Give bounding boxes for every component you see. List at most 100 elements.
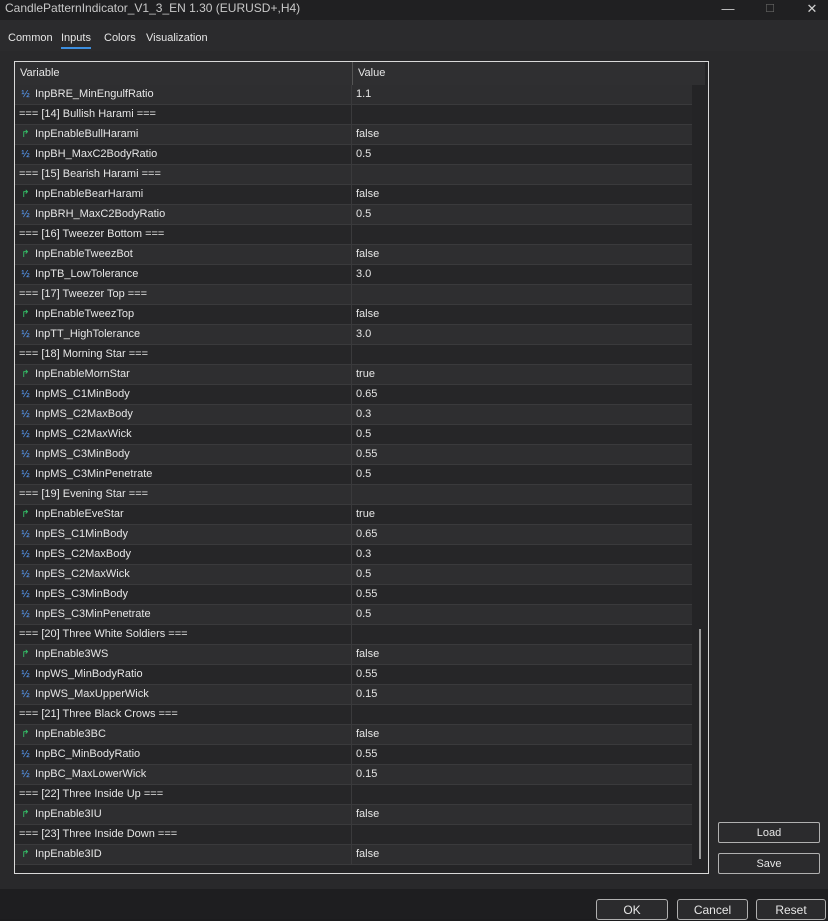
value-cell[interactable] (353, 225, 692, 244)
variable-cell[interactable]: ↱ InpEnableTweezBot (15, 245, 352, 264)
value-cell[interactable]: 0.3 (353, 545, 692, 564)
value-cell[interactable]: 0.3 (353, 405, 692, 424)
value-cell[interactable] (353, 485, 692, 504)
value-cell[interactable]: false (353, 725, 692, 744)
save-button[interactable]: Save (718, 853, 820, 874)
parameter-row[interactable]: ½ InpES_C1MinBody 0.65 (15, 525, 692, 545)
parameter-value[interactable]: 0.5 (356, 148, 371, 160)
parameter-value[interactable]: true (356, 368, 375, 380)
variable-cell[interactable]: ↱ InpEnableEveStar (15, 505, 352, 524)
value-cell[interactable]: false (353, 305, 692, 324)
variable-cell[interactable]: ½ InpBH_MaxC2BodyRatio (15, 145, 352, 164)
value-cell[interactable]: 0.15 (353, 765, 692, 784)
value-cell[interactable]: 0.65 (353, 525, 692, 544)
parameter-row[interactable]: ½ InpTB_LowTolerance 3.0 (15, 265, 692, 285)
variable-cell[interactable]: ½ InpES_C3MinBody (15, 585, 352, 604)
parameter-value[interactable]: 3.0 (356, 328, 371, 340)
parameter-value[interactable]: 0.3 (356, 548, 371, 560)
value-cell[interactable] (353, 105, 692, 124)
section-row[interactable]: === [14] Bullish Harami === (15, 105, 692, 125)
parameter-row[interactable]: ½ InpES_C2MaxWick 0.5 (15, 565, 692, 585)
parameter-value[interactable]: false (356, 248, 379, 260)
value-cell[interactable]: 1.1 (353, 85, 692, 104)
parameter-row[interactable]: ½ InpBRH_MaxC2BodyRatio 0.5 (15, 205, 692, 225)
variable-cell[interactable]: ½ InpMS_C1MinBody (15, 385, 352, 404)
parameter-row[interactable]: ↱ InpEnableTweezTop false (15, 305, 692, 325)
parameter-row[interactable]: ↱ InpEnableEveStar true (15, 505, 692, 525)
parameter-value[interactable]: false (356, 648, 379, 660)
section-row[interactable]: === [17] Tweezer Top === (15, 285, 692, 305)
parameter-value[interactable]: 0.65 (356, 388, 377, 400)
value-cell[interactable]: 0.5 (353, 565, 692, 584)
parameter-row[interactable]: ↱ InpEnable3IU false (15, 805, 692, 825)
variable-cell[interactable]: ½ InpMS_C2MaxWick (15, 425, 352, 444)
value-cell[interactable]: 3.0 (353, 265, 692, 284)
parameter-value[interactable]: false (356, 848, 379, 860)
close-button[interactable]: ✕ (792, 0, 828, 20)
value-cell[interactable]: 0.65 (353, 385, 692, 404)
value-cell[interactable] (353, 705, 692, 724)
parameter-row[interactable]: ½ InpMS_C1MinBody 0.65 (15, 385, 692, 405)
parameter-row[interactable]: ½ InpES_C3MinBody 0.55 (15, 585, 692, 605)
parameter-value[interactable]: 0.55 (356, 748, 377, 760)
value-cell[interactable] (353, 785, 692, 804)
parameter-value[interactable]: 0.3 (356, 408, 371, 420)
tab-visualization[interactable]: Visualization (146, 32, 208, 44)
parameter-row[interactable]: ½ InpMS_C2MaxBody 0.3 (15, 405, 692, 425)
variable-cell[interactable]: === [21] Three Black Crows === (15, 705, 352, 724)
parameter-row[interactable]: ½ InpTT_HighTolerance 3.0 (15, 325, 692, 345)
value-cell[interactable] (353, 825, 692, 844)
column-divider[interactable] (352, 62, 353, 85)
ok-button[interactable]: OK (596, 899, 668, 920)
section-row[interactable]: === [22] Three Inside Up === (15, 785, 692, 805)
parameter-row[interactable]: ½ InpMS_C3MinPenetrate 0.5 (15, 465, 692, 485)
variable-cell[interactable]: ↱ InpEnable3IU (15, 805, 352, 824)
reset-button[interactable]: Reset (756, 899, 826, 920)
parameter-row[interactable]: ↱ InpEnable3BC false (15, 725, 692, 745)
parameter-row[interactable]: ↱ InpEnable3ID false (15, 845, 692, 865)
variable-cell[interactable]: ↱ InpEnable3WS (15, 645, 352, 664)
section-row[interactable]: === [23] Three Inside Down === (15, 825, 692, 845)
value-cell[interactable]: true (353, 505, 692, 524)
variable-cell[interactable]: ½ InpBC_MaxLowerWick (15, 765, 352, 784)
variable-cell[interactable]: ½ InpBC_MinBodyRatio (15, 745, 352, 764)
variable-cell[interactable]: === [16] Tweezer Bottom === (15, 225, 352, 244)
tab-inputs[interactable]: Inputs (61, 32, 91, 49)
value-cell[interactable]: 0.55 (353, 745, 692, 764)
variable-cell[interactable]: ½ InpWS_MinBodyRatio (15, 665, 352, 684)
variable-cell[interactable]: ½ InpES_C1MinBody (15, 525, 352, 544)
variable-cell[interactable]: ↱ InpEnable3BC (15, 725, 352, 744)
column-header-variable[interactable]: Variable (20, 67, 60, 79)
parameter-value[interactable]: 0.5 (356, 568, 371, 580)
value-cell[interactable]: 3.0 (353, 325, 692, 344)
parameter-row[interactable]: ↱ InpEnableTweezBot false (15, 245, 692, 265)
parameter-value[interactable]: 0.5 (356, 608, 371, 620)
value-cell[interactable] (353, 345, 692, 364)
variable-cell[interactable]: === [18] Morning Star === (15, 345, 352, 364)
section-row[interactable]: === [16] Tweezer Bottom === (15, 225, 692, 245)
parameter-value[interactable]: false (356, 728, 379, 740)
parameter-row[interactable]: ↱ InpEnable3WS false (15, 645, 692, 665)
variable-cell[interactable]: ½ InpMS_C3MinPenetrate (15, 465, 352, 484)
variable-cell[interactable]: ½ InpBRH_MaxC2BodyRatio (15, 205, 352, 224)
parameter-row[interactable]: ½ InpES_C2MaxBody 0.3 (15, 545, 692, 565)
value-cell[interactable]: false (353, 645, 692, 664)
parameter-value[interactable]: 0.15 (356, 768, 377, 780)
value-cell[interactable]: 0.55 (353, 585, 692, 604)
tab-common[interactable]: Common (8, 32, 53, 44)
variable-cell[interactable]: ↱ InpEnable3ID (15, 845, 352, 864)
parameter-value[interactable]: 0.15 (356, 688, 377, 700)
variable-cell[interactable]: ½ InpMS_C2MaxBody (15, 405, 352, 424)
section-row[interactable]: === [19] Evening Star === (15, 485, 692, 505)
section-row[interactable]: === [21] Three Black Crows === (15, 705, 692, 725)
value-cell[interactable]: 0.55 (353, 665, 692, 684)
value-cell[interactable]: 0.5 (353, 605, 692, 624)
parameter-value[interactable]: 0.65 (356, 528, 377, 540)
variable-cell[interactable]: === [20] Three White Soldiers === (15, 625, 352, 644)
section-row[interactable]: === [20] Three White Soldiers === (15, 625, 692, 645)
variable-cell[interactable]: ½ InpBRE_MinEngulfRatio (15, 85, 352, 104)
variable-cell[interactable]: ½ InpMS_C3MinBody (15, 445, 352, 464)
parameter-value[interactable]: 3.0 (356, 268, 371, 280)
parameter-row[interactable]: ↱ InpEnableBearHarami false (15, 185, 692, 205)
variable-cell[interactable]: === [14] Bullish Harami === (15, 105, 352, 124)
